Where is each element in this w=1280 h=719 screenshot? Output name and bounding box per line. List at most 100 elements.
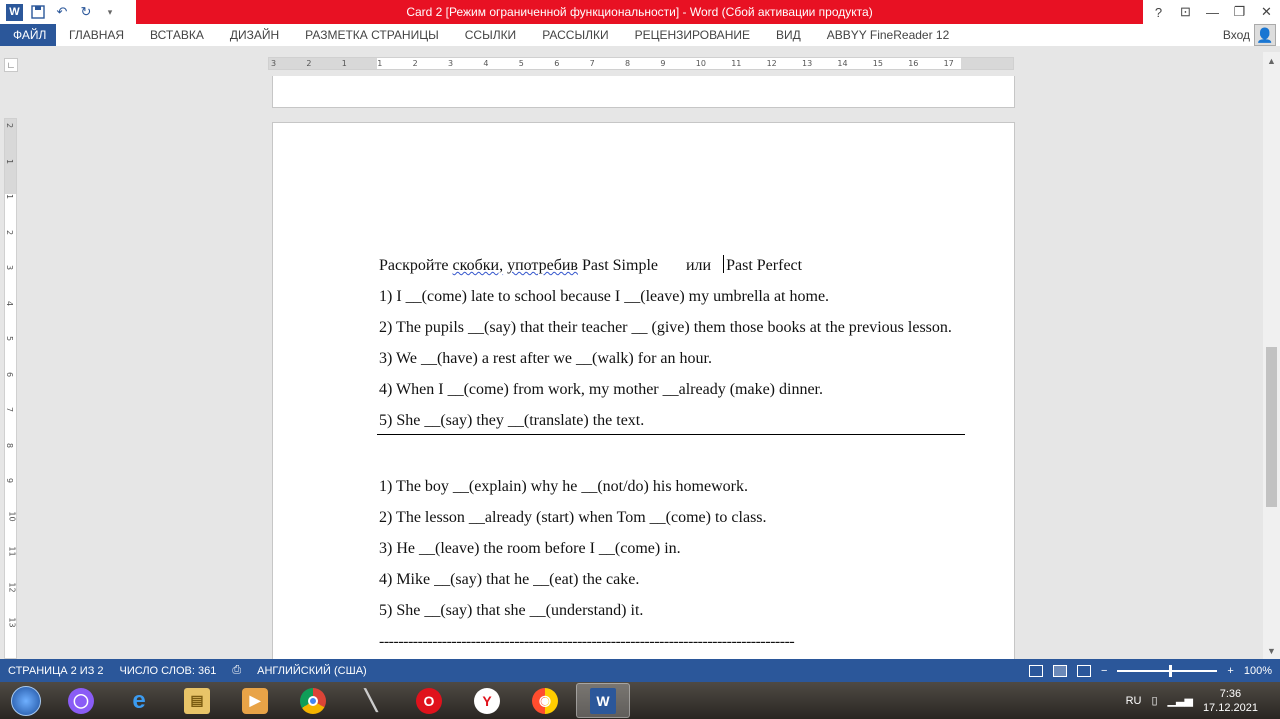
redo-icon[interactable]: ↻ [77, 3, 95, 21]
vruler-tick-label: 1 [5, 158, 15, 164]
taskbar-explorer-icon[interactable]: ▤ [170, 683, 224, 718]
scroll-up-icon[interactable]: ▲ [1263, 52, 1280, 69]
tab-mailings[interactable]: РАССЫЛКИ [529, 28, 621, 42]
signal-icon[interactable]: ▁▃▅ [1168, 694, 1193, 707]
taskbar-ie-icon[interactable]: e [112, 683, 166, 718]
list-item: 5) She __(say) that she __(understand) i… [379, 602, 644, 619]
scroll-down-icon[interactable]: ▼ [1263, 642, 1280, 659]
ruler-tick-label: 10 [695, 59, 706, 68]
vruler-tick-label: 1 [5, 193, 15, 200]
tab-home[interactable]: ГЛАВНАЯ [56, 28, 137, 42]
horizontal-rule [377, 434, 965, 435]
tab-page-layout[interactable]: РАЗМЕТКА СТРАНИЦЫ [292, 28, 452, 42]
taskbar-yandex-browser-icon[interactable]: ◉ [518, 683, 572, 718]
tab-file[interactable]: ФАЙЛ [0, 24, 60, 46]
sign-in[interactable]: Вход 👤 [1223, 24, 1276, 46]
ruler-tick-label: 8 [625, 59, 631, 68]
page-2[interactable]: Раскройте скобки, употребив Past Simple … [272, 122, 1015, 659]
tab-references[interactable]: ССЫЛКИ [452, 28, 529, 42]
web-layout-icon[interactable] [1076, 664, 1091, 677]
system-tray: RU ▯ ▁▃▅ 7:36 17.12.2021 [1126, 682, 1280, 719]
clock[interactable]: 7:36 17.12.2021 [1203, 687, 1258, 715]
list-item: 5) She __(say) they __(translate) the te… [379, 412, 645, 429]
page-count[interactable]: СТРАНИЦА 2 ИЗ 2 [0, 665, 112, 677]
zoom-out-icon[interactable]: − [1101, 665, 1107, 677]
list-item: 1) I __(come) late to school because I _… [379, 288, 830, 305]
tab-review[interactable]: РЕЦЕНЗИРОВАНИЕ [622, 28, 763, 42]
zoom-level[interactable]: 100% [1244, 665, 1272, 677]
heading-text-3: Past Perfect [726, 257, 803, 274]
close-button[interactable]: ✕ [1253, 0, 1280, 24]
ribbon-display-options-icon[interactable]: ⊡ [1172, 0, 1199, 24]
ribbon-tab-strip: ГЛАВНАЯ ВСТАВКА ДИЗАЙН РАЗМЕТКА СТРАНИЦЫ… [56, 24, 1280, 46]
document-body[interactable]: Раскройте скобки, употребив Past Simple … [377, 255, 965, 659]
restore-button[interactable]: ❐ [1226, 0, 1253, 24]
read-mode-icon[interactable] [1028, 664, 1043, 677]
start-button[interactable] [0, 682, 52, 719]
save-icon[interactable] [29, 3, 47, 21]
ruler-tick-label: 17 [943, 59, 954, 68]
horizontal-ruler[interactable]: 3 2 1 1 2 3 4 5 6 7 8 9 10 11 12 13 14 15 16 17 [268, 57, 1014, 70]
list-item: 3) We __(have) a rest after we __(walk) … [379, 350, 712, 367]
ribbon-tabs: ФАЙЛ ГЛАВНАЯ ВСТАВКА ДИЗАЙН РАЗМЕТКА СТР… [0, 24, 1280, 46]
tab-design[interactable]: ДИЗАЙН [217, 28, 292, 42]
vruler-tick-label: 6 [5, 371, 15, 377]
ruler-tick-label: 12 [766, 59, 777, 68]
vertical-scrollbar[interactable]: ▲ ▼ [1263, 52, 1280, 659]
ruler-tick-label: 2 [412, 59, 418, 68]
language-indicator[interactable]: АНГЛИЙСКИЙ (США) [249, 665, 375, 677]
language-tray[interactable]: RU [1126, 695, 1142, 707]
heading-text-2: Past Simple или [577, 257, 712, 274]
ruler-tick-label: 16 [908, 59, 919, 68]
ruler-right-margin [961, 58, 1013, 69]
tab-stop-selector[interactable]: ∟ [4, 58, 18, 72]
taskbar-opera-icon[interactable]: O [402, 683, 456, 718]
taskbar-yandex-icon[interactable]: Y [460, 683, 514, 718]
undo-icon[interactable]: ↶ [53, 3, 71, 21]
ruler-tick-label: 9 [660, 59, 666, 68]
zoom-thumb[interactable] [1169, 664, 1173, 677]
taskbar-alice-icon[interactable]: ◯ [54, 683, 108, 718]
tab-view[interactable]: ВИД [763, 28, 814, 42]
vruler-tick-label: 2 [5, 229, 15, 235]
title-bar: W ↶ ↻ ▾ Card 2 [Режим ограниченной функц… [0, 0, 1280, 24]
tab-insert[interactable]: ВСТАВКА [137, 28, 217, 42]
vruler-tick-label: 9 [5, 477, 15, 484]
help-button[interactable]: ? [1145, 0, 1172, 24]
ruler-tick-label: 6 [554, 59, 560, 68]
heading-word-using: употребив [507, 257, 578, 274]
proofing-icon[interactable]: ⎙ [224, 664, 249, 677]
window-controls: ? ⊡ — ❐ ✕ [1145, 0, 1280, 24]
ruler-tick-label: 13 [802, 59, 813, 68]
scroll-thumb[interactable] [1266, 347, 1277, 507]
vertical-ruler[interactable]: 2 1 1 2 3 4 5 6 7 8 9 10 11 12 13 [4, 118, 17, 659]
ruler-tick-label: 2 [306, 59, 312, 68]
list-item: 3) He __(leave) the room before I __(com… [379, 540, 681, 557]
ruler-tick-label: 1 [377, 59, 383, 68]
taskbar-media-icon[interactable]: ▶ [228, 683, 282, 718]
customize-toolbar-icon[interactable]: ▾ [101, 3, 119, 21]
vruler-tick-label: 2 [5, 122, 15, 129]
zoom-slider[interactable] [1117, 664, 1218, 677]
ruler-tick-label: 1 [341, 59, 347, 68]
word-app-icon[interactable]: W [6, 3, 23, 21]
sign-in-label: Вход [1222, 28, 1250, 42]
vruler-tick-label: 12 [7, 581, 17, 593]
taskbar-word-icon[interactable]: W [576, 683, 630, 718]
heading-word-brackets: скобки, [452, 257, 504, 274]
word-count[interactable]: ЧИСЛО СЛОВ: 361 [112, 665, 225, 677]
minimize-button[interactable]: — [1199, 0, 1226, 24]
clock-date: 17.12.2021 [1202, 701, 1258, 714]
quick-access-toolbar: W ↶ ↻ ▾ [0, 0, 119, 24]
vruler-top-margin [5, 119, 16, 194]
text-cursor [723, 255, 725, 273]
ruler-tick-label: 7 [589, 59, 595, 68]
taskbar-microphone-icon[interactable]: ╲ [344, 683, 398, 718]
battery-icon[interactable]: ▯ [1151, 694, 1157, 707]
zoom-in-icon[interactable]: + [1227, 665, 1233, 677]
taskbar-chrome-icon[interactable] [286, 683, 340, 718]
print-layout-icon[interactable] [1052, 664, 1067, 677]
vruler-tick-label: 13 [7, 617, 17, 628]
tab-abbyy[interactable]: ABBYY FineReader 12 [814, 28, 963, 42]
heading-text-1: Раскройте [379, 257, 453, 274]
